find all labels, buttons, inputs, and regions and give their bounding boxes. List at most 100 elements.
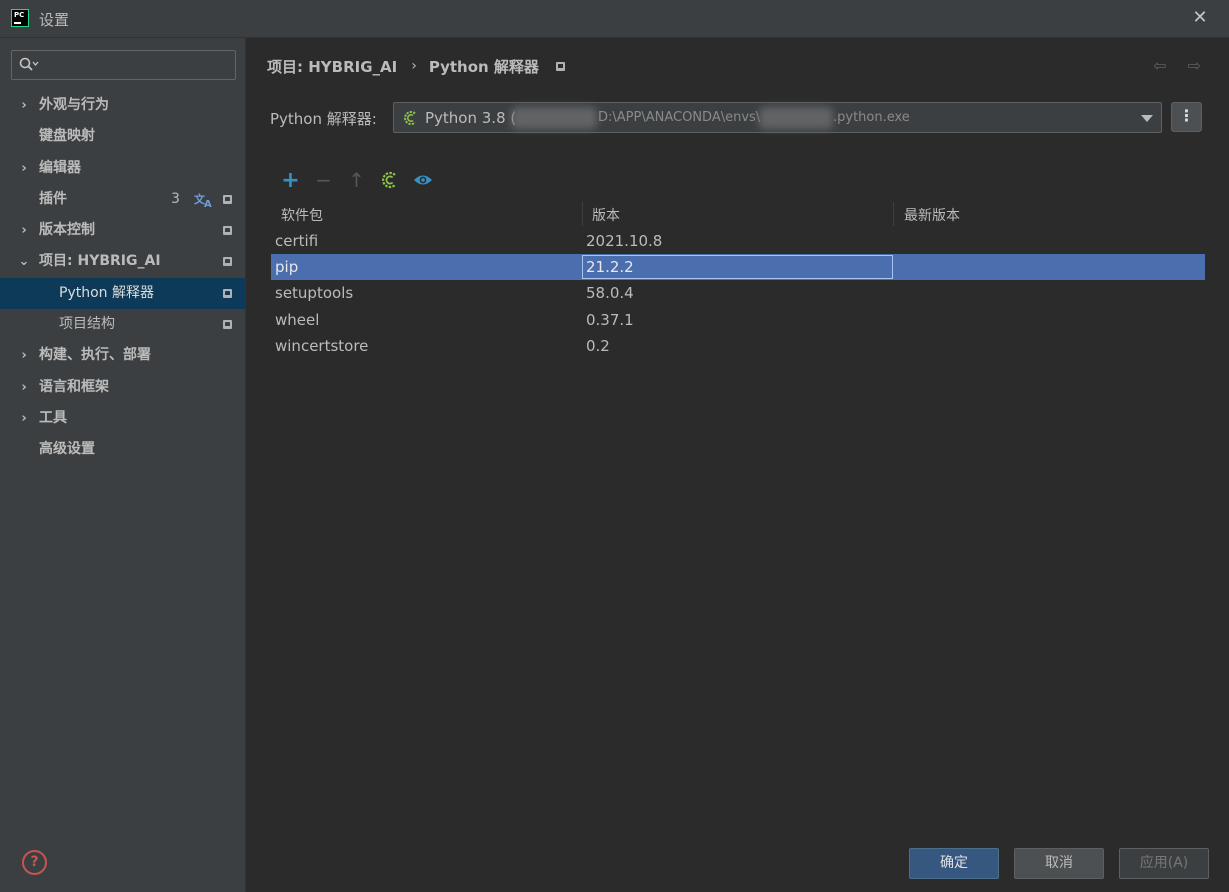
chevron-right-icon: › (21, 379, 27, 395)
package-version: 0.37.1 (586, 310, 634, 329)
pycharm-logo-icon: PC (11, 9, 29, 27)
package-version: 0.2 (586, 336, 610, 355)
show-early-releases-button[interactable] (406, 168, 439, 192)
sidebar-item-label: Python 解释器 (59, 284, 154, 301)
breadcrumb-page: Python 解释器 (428, 57, 539, 76)
chevron-right-icon: › (21, 348, 27, 364)
sidebar-item-tools[interactable]: › 工具 (0, 403, 245, 434)
package-name: setuptools (275, 284, 354, 303)
table-row[interactable]: certifi 2021.10.8 (271, 228, 1205, 254)
eye-icon (413, 175, 432, 185)
column-divider[interactable] (893, 202, 894, 226)
table-row[interactable]: pip 21.2.2 (271, 254, 1205, 281)
sidebar-item-label: 项目结构 (59, 316, 115, 333)
sidebar-item-advanced[interactable]: 高级设置 (0, 434, 245, 465)
plugins-count-badge: 3 (171, 190, 180, 207)
table-row[interactable]: wheel 0.37.1 (271, 307, 1205, 333)
sidebar-item-label: 编辑器 (39, 159, 81, 176)
title-bar: PC 设置 ✕ (0, 0, 1229, 38)
chevron-down-icon: ⌄ (18, 254, 30, 270)
sidebar-item-label: 构建、执行、部署 (39, 347, 151, 364)
column-divider[interactable] (582, 202, 583, 226)
chevron-down-icon (1141, 115, 1153, 122)
column-header-latest[interactable]: 最新版本 (904, 205, 960, 225)
package-name: certifi (275, 232, 319, 250)
breadcrumb: 项目: HYBRIG_AI › Python 解释器 (267, 56, 565, 76)
back-arrow-icon[interactable]: ⇦ (1153, 56, 1166, 75)
column-header-package[interactable]: 软件包 (281, 205, 323, 225)
redacted-region (759, 107, 833, 129)
use-conda-button[interactable] (373, 168, 406, 192)
interpreter-label: Python 解释器: (270, 110, 377, 128)
settings-search[interactable] (11, 50, 236, 80)
sidebar-item-label: 版本控制 (39, 222, 95, 239)
sidebar-item-editor[interactable]: › 编辑器 (0, 153, 245, 184)
sidebar-item-plugins[interactable]: 插件 3 文 A (0, 184, 245, 215)
settings-sidebar: › 外观与行为 键盘映射 › 编辑器 插件 3 文 A › 版本控制 ⌄ 项目:… (0, 38, 246, 892)
ok-button[interactable]: 确定 (909, 848, 999, 879)
svg-text:A: A (204, 199, 212, 208)
remove-package-button[interactable]: − (307, 168, 340, 192)
sidebar-item-build[interactable]: › 构建、执行、部署 (0, 340, 245, 371)
breadcrumb-separator: › (411, 58, 417, 74)
help-icon[interactable]: ? (22, 850, 47, 875)
conda-icon (381, 171, 396, 189)
interpreter-name: Python 3.8 ( (425, 109, 517, 127)
column-header-version[interactable]: 版本 (592, 205, 620, 225)
table-row[interactable]: wincertstore 0.2 (271, 333, 1205, 359)
sidebar-item-project[interactable]: ⌄ 项目: HYBRIG_AI (0, 246, 245, 277)
sidebar-item-label: 键盘映射 (39, 128, 95, 145)
project-level-icon (223, 288, 232, 298)
interpreter-dropdown[interactable]: Python 3.8 ( D:\APP\ANACONDA\envs\ .pyth… (393, 102, 1162, 133)
sidebar-item-label: 项目: HYBRIG_AI (39, 253, 161, 270)
forward-arrow-icon[interactable]: ⇨ (1188, 56, 1201, 75)
sidebar-item-languages[interactable]: › 语言和框架 (0, 372, 245, 403)
interpreter-path: D:\APP\ANACONDA\envs\ (598, 110, 761, 125)
chevron-right-icon: › (21, 410, 27, 426)
package-version: 21.2.2 (586, 258, 634, 277)
sidebar-item-keymap[interactable]: 键盘映射 (0, 121, 245, 152)
sidebar-item-project-structure[interactable]: 项目结构 (0, 309, 245, 340)
project-level-icon (223, 320, 232, 330)
python-interpreter-icon (404, 111, 416, 125)
add-package-button[interactable]: + (274, 168, 307, 193)
package-name: pip (275, 258, 299, 277)
project-level-icon (223, 226, 232, 236)
search-input[interactable] (46, 54, 231, 76)
breadcrumb-project: 项目: HYBRIG_AI (267, 57, 398, 76)
chevron-right-icon: › (21, 223, 27, 239)
logo-text: PC (14, 11, 25, 19)
package-version: 58.0.4 (586, 284, 634, 303)
table-row[interactable]: setuptools 58.0.4 (271, 280, 1205, 306)
upgrade-package-button[interactable]: ↑ (340, 168, 373, 192)
table-header: 软件包 版本 最新版本 (271, 200, 1205, 228)
project-level-icon (223, 194, 232, 204)
sidebar-item-label: 语言和框架 (39, 378, 109, 395)
sidebar-item-appearance[interactable]: › 外观与行为 (0, 90, 245, 121)
apply-button[interactable]: 应用(A) (1119, 848, 1209, 879)
package-name: wheel (275, 310, 320, 329)
redacted-region (511, 107, 597, 129)
package-version: 2021.10.8 (586, 232, 663, 250)
cancel-button[interactable]: 取消 (1014, 848, 1104, 879)
history-nav: ⇦ ⇨ (1137, 56, 1201, 75)
more-options-icon[interactable]: ⋮ (1171, 102, 1202, 132)
sidebar-item-label: 工具 (39, 409, 67, 426)
sidebar-item-python-interpreter[interactable]: Python 解释器 (0, 277, 245, 310)
project-level-icon (223, 257, 232, 267)
settings-content: 项目: HYBRIG_AI › Python 解释器 ⇦ ⇨ Python 解释… (247, 38, 1229, 892)
settings-tree: › 外观与行为 键盘映射 › 编辑器 插件 3 文 A › 版本控制 ⌄ 项目:… (0, 90, 245, 466)
packages-table: 软件包 版本 最新版本 certifi 2021.10.8 pip 21.2.2… (271, 200, 1205, 359)
package-name: wincertstore (275, 336, 369, 355)
window-title: 设置 (39, 11, 70, 29)
interpreter-exe: .python.exe (833, 110, 910, 125)
sidebar-item-label: 高级设置 (39, 441, 95, 458)
sidebar-item-vcs[interactable]: › 版本控制 (0, 215, 245, 246)
sidebar-item-label: 外观与行为 (39, 97, 109, 113)
translate-icon: 文 A (194, 192, 212, 208)
package-toolbar: + − ↑ (274, 168, 439, 193)
chevron-right-icon: › (21, 98, 27, 113)
search-icon (19, 57, 39, 71)
close-icon[interactable]: ✕ (1191, 9, 1209, 27)
project-level-icon (555, 61, 565, 71)
